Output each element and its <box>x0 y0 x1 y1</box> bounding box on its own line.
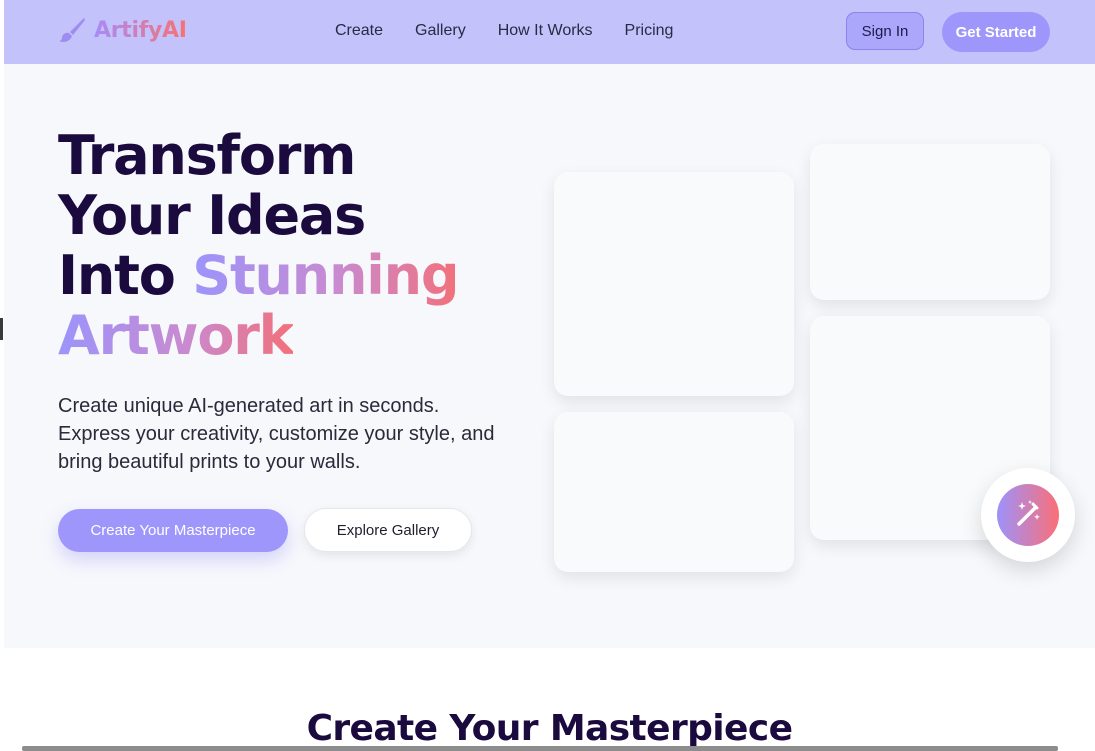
nav-link-gallery[interactable]: Gallery <box>415 22 466 40</box>
hero-title-line-2: Your Ideas <box>58 184 366 247</box>
horizontal-scrollbar[interactable] <box>22 746 1058 751</box>
gallery-card-placeholder[interactable] <box>554 172 794 396</box>
hero-title: Transform Your Ideas Into Stunning Artwo… <box>58 124 459 367</box>
create-masterpiece-button[interactable]: Create Your Masterpiece <box>58 509 288 552</box>
magic-wand-button[interactable] <box>997 484 1059 546</box>
hero-title-accent-artwork: Artwork <box>58 304 295 367</box>
sign-in-button[interactable]: Sign In <box>846 12 924 50</box>
gallery-card-placeholder[interactable] <box>810 144 1050 300</box>
hero-title-accent-stunning: Stunning <box>192 244 459 307</box>
window-edge-handle[interactable] <box>0 318 3 340</box>
hero-section: Transform Your Ideas Into Stunning Artwo… <box>4 64 1095 648</box>
hero-title-line-1: Transform <box>58 124 356 187</box>
explore-gallery-button[interactable]: Explore Gallery <box>304 508 472 552</box>
hero-subtitle: Create unique AI-generated art in second… <box>58 395 495 473</box>
section-title: Create Your Masterpiece <box>306 708 793 749</box>
brand-name: ArtifyAI <box>94 17 187 43</box>
magic-wand-icon <box>1013 498 1043 533</box>
gallery-card-placeholder[interactable] <box>554 412 794 572</box>
nav-link-pricing[interactable]: Pricing <box>625 22 674 40</box>
top-navbar: ArtifyAI Create Gallery How It Works Pri… <box>4 0 1095 64</box>
create-section: Create Your Masterpiece <box>4 648 1095 751</box>
main-nav: Create Gallery How It Works Pricing <box>335 22 705 40</box>
paintbrush-icon <box>58 17 86 43</box>
magic-wand-button-ring <box>981 468 1075 562</box>
hero-title-line-3: Into <box>58 244 193 307</box>
nav-link-create[interactable]: Create <box>335 22 383 40</box>
get-started-button[interactable]: Get Started <box>942 12 1050 52</box>
brand-logo[interactable]: ArtifyAI <box>58 17 187 43</box>
nav-link-how-it-works[interactable]: How It Works <box>498 22 593 40</box>
